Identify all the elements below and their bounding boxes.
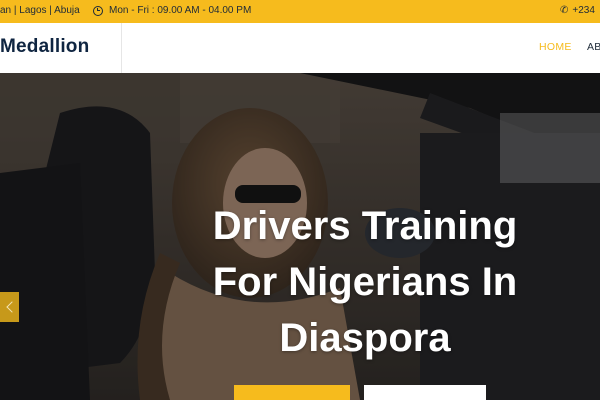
hero-title-line-1: Drivers Training [212, 204, 518, 248]
nav-link-about[interactable]: AB [587, 41, 600, 53]
phone-number[interactable]: +234 [572, 5, 595, 16]
hero-title-line-2: For Nigerians In [212, 260, 518, 304]
top-info-bar: an | Lagos | Abuja Mon - Fri : 09.00 AM … [0, 0, 600, 23]
header-divider [121, 23, 122, 73]
hero-slider: Drivers Training For Nigerians In Diaspo… [0, 73, 600, 400]
site-logo[interactable]: Medallion [0, 36, 89, 58]
hero-title-line-3: Diaspora [279, 316, 451, 360]
hero-secondary-button[interactable] [364, 385, 486, 400]
phone-icon: ✆ [560, 4, 569, 16]
page: an | Lagos | Abuja Mon - Fri : 09.00 AM … [0, 0, 600, 400]
hero-title: Drivers Training For Nigerians In Diaspo… [170, 198, 560, 366]
slider-prev-button[interactable] [0, 292, 19, 322]
nav-link-home[interactable]: HOME [539, 41, 572, 53]
site-header: Medallion HOME AB [0, 23, 600, 73]
phone-contact[interactable]: ✆ +234 [560, 5, 595, 16]
office-hours-text: Mon - Fri : 09.00 AM - 04.00 PM [109, 5, 252, 16]
hero-primary-button[interactable] [234, 385, 350, 400]
office-locations: an | Lagos | Abuja [0, 5, 80, 16]
clock-icon [93, 5, 103, 16]
office-hours: Mon - Fri : 09.00 AM - 04.00 PM [93, 5, 251, 16]
chevron-left-icon [5, 301, 18, 313]
